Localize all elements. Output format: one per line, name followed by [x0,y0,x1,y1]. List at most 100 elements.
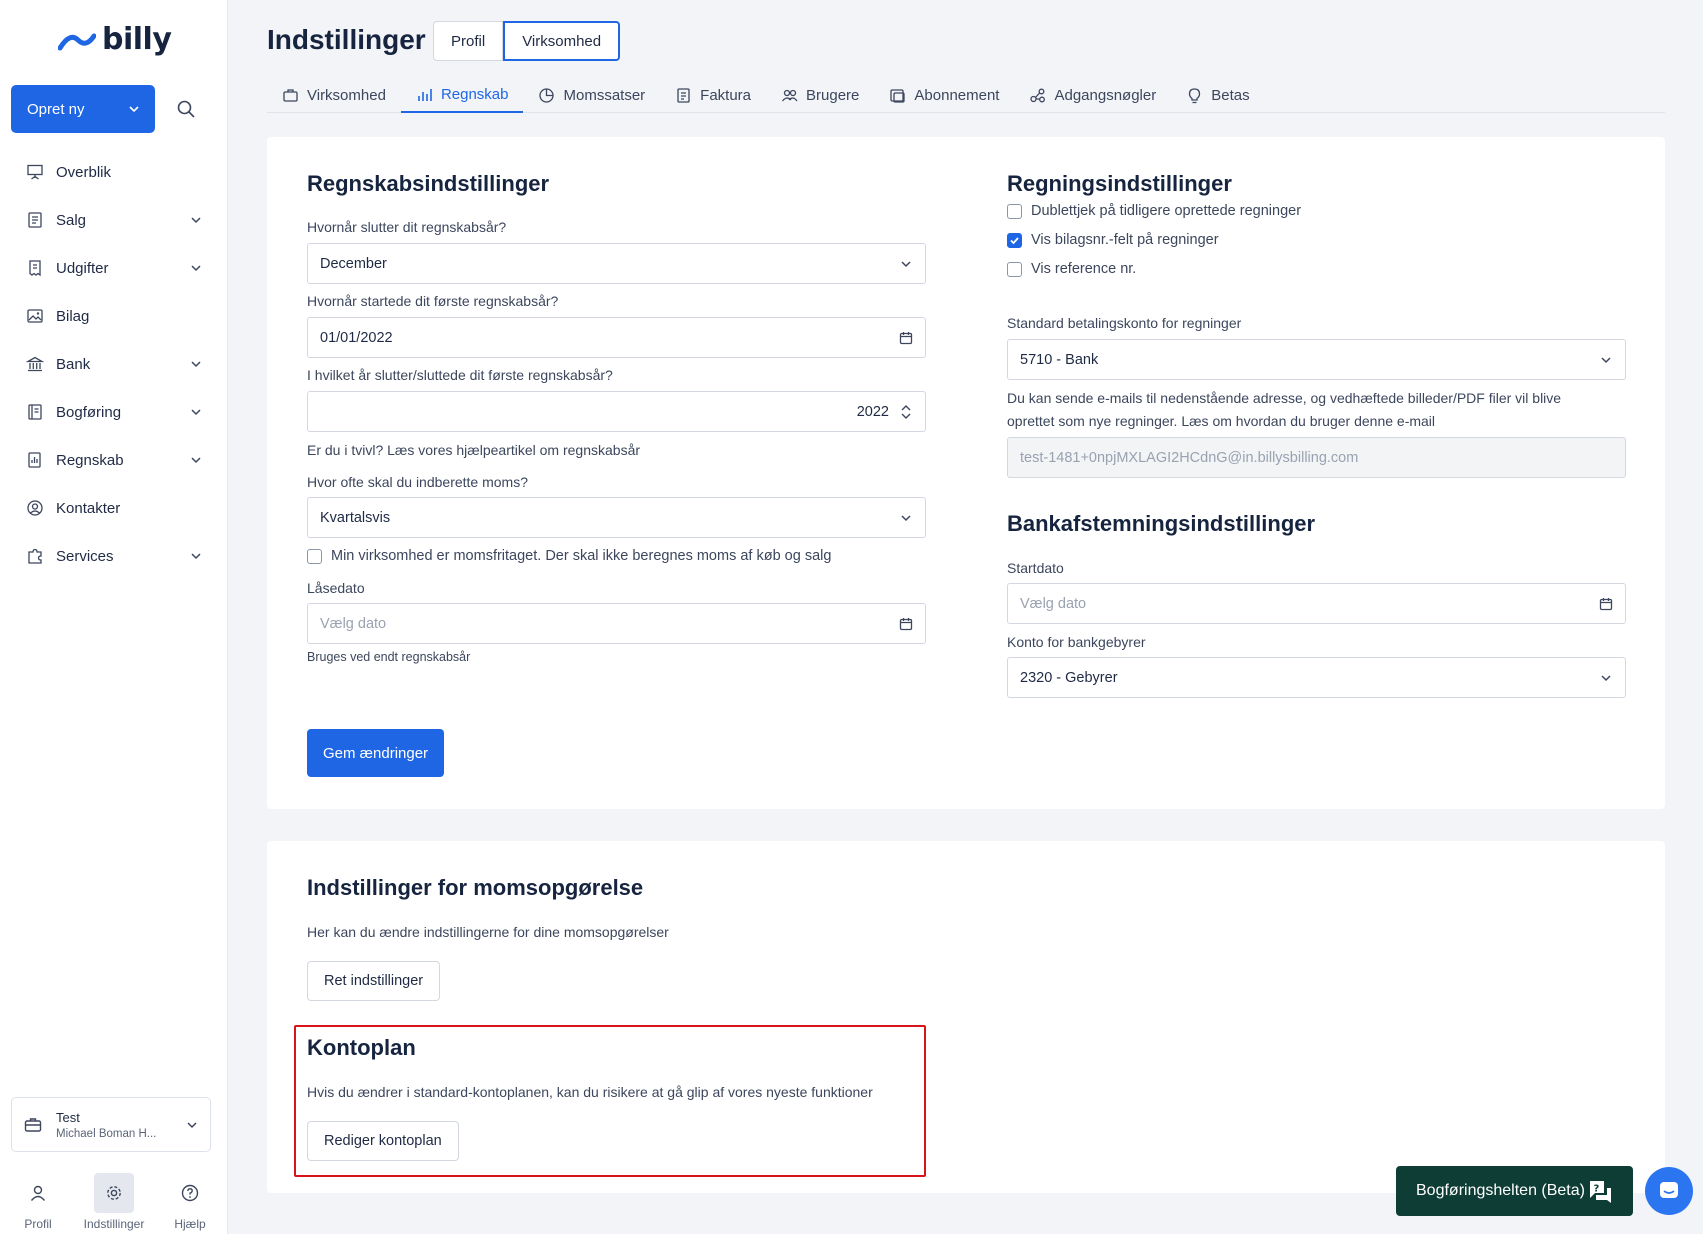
first-end-year-stepper[interactable]: 2022 [307,391,926,432]
bill-option-checkbox[interactable]: Vis reference nr. [1007,261,1136,277]
save-changes-button[interactable]: Gem ændringer [307,729,445,777]
email-info-line1: Du kan sende e-mails til nedenstående ad… [1007,390,1562,406]
sidebar-item-bank[interactable]: Bank [0,340,228,388]
chat-launcher-button[interactable] [1645,1167,1693,1215]
pay-account-select[interactable]: 5710 - Bank [1007,339,1626,380]
bill-option-label: Vis bilagsnr.-felt på regninger [1031,232,1219,248]
tab-abonnement[interactable]: Abonnement [874,78,1014,113]
sidebar-item-kontakter[interactable]: Kontakter [0,484,228,532]
edit-vat-settings-button[interactable]: Ret indstillinger [307,961,441,1001]
first-start-date-input[interactable]: 01/01/2022 [307,317,926,358]
sidebar-item-label: Bank [56,355,91,373]
chevron-down-icon [901,514,911,521]
create-new-button[interactable]: Opret ny [11,85,155,133]
inbox-email-value: test-1481+0npjMXLAGI2HCdnG@in.billysbill… [1020,449,1359,466]
sidebar-item-label: Bilag [56,307,90,325]
vat-report-desc: Her kan du ændre indstillingerne for din… [307,924,669,940]
lock-date-input[interactable]: Vælg dato [307,603,926,644]
presentation-icon [27,164,43,180]
tab-label: Betas [1211,87,1250,104]
create-new-label: Opret ny [27,100,85,118]
bank-start-date-input[interactable]: Vælg dato [1007,583,1626,624]
tab-virksomhed[interactable]: Virksomhed [267,78,401,113]
sidebar-item-bilag[interactable]: Bilag [0,292,228,340]
segment-profile[interactable]: Profil [433,21,504,61]
sidebar-item-label: Regnskab [56,451,124,469]
chevron-down-icon [191,361,201,368]
organization-switcher[interactable]: Test Michael Boman H... [11,1097,211,1152]
vat-frequency-select[interactable]: Kvartalsvis [307,497,926,538]
org-user: Michael Boman H... [56,1127,157,1140]
tab-label: Momssatser [563,87,646,104]
checkbox-box [1007,203,1022,219]
chat-question-icon: ? [1590,1181,1611,1203]
bottom-nav-help[interactable]: Hjælp [152,1165,228,1234]
sidebar-item-salg[interactable]: Salg [0,196,228,244]
bank-start-label: Startdato [1007,560,1064,576]
logo-mark-icon [58,33,96,50]
assistant-button[interactable]: Bogføringshelten (Beta) ? [1396,1166,1633,1216]
bill-option-label: Dublettjek på tidligere oprettede regnin… [1031,203,1302,219]
email-info-line2[interactable]: oprettet som nye regninger. Læs om hvord… [1007,413,1435,429]
vat-exempt-checkbox[interactable]: Min virksomhed er momsfritaget. Der skal… [307,548,831,564]
fiscal-help-link[interactable]: Er du i tvivl? Læs vores hjælpeartikel o… [307,442,640,458]
billy-logo[interactable]: billy [58,22,172,57]
tab-brugere[interactable]: Brugere [766,78,874,113]
bank-icon [26,356,44,372]
sidebar-item-bogforing[interactable]: Bogføring [0,388,228,436]
bottom-nav-profile[interactable]: Profil [0,1165,76,1234]
sidebar-item-regnskab[interactable]: Regnskab [0,436,228,484]
bank-fee-value: 2320 - Gebyrer [1020,669,1118,686]
tab-label: Regnskab [440,86,509,103]
fiscal-end-label: Hvornår slutter dit regnskabsår? [307,219,507,235]
inbox-email-field: test-1481+0npjMXLAGI2HCdnG@in.billysbill… [1007,437,1626,478]
invoice-icon [28,212,42,228]
lock-date-label: Låsedato [307,580,365,596]
image-icon [27,309,43,323]
tab-label: Virksomhed [307,87,386,104]
accounting-settings-title: Regnskabsindstillinger [307,171,550,196]
sidebar-item-udgifter[interactable]: Udgifter [0,244,228,292]
vat-report-title: Indstillinger for momsopgørelse [307,875,644,900]
bottom-nav-settings[interactable]: Indstillinger [76,1165,152,1234]
tab-betas[interactable]: Betas [1171,78,1264,113]
bill-option-checkbox[interactable]: Dublettjek på tidligere oprettede regnin… [1007,203,1301,219]
sidebar-item-overblik[interactable]: Overblik [0,148,228,196]
receipt-icon [29,260,41,277]
bottom-nav-settings-label: Indstillinger [83,1217,145,1231]
bank-settings-title: Bankafstemningsindstillinger [1007,511,1316,536]
settings-card: Regnskabsindstillinger Hvornår slutter d… [267,137,1665,809]
first-start-value: 01/01/2022 [320,329,393,346]
settings-scope-toggle: Profil Virksomhed [433,21,621,61]
bill-settings-title: Regningsindstillinger [1007,171,1232,196]
bottom-nav-help-label: Hjælp [174,1217,206,1231]
tab-faktura[interactable]: Faktura [660,78,766,113]
sidebar-nav: Overblik Salg Udgifter Bilag Bank Bogføring Re… [0,148,228,580]
bank-fee-select[interactable]: 2320 - Gebyrer [1007,657,1626,698]
search-icon[interactable] [176,99,196,119]
fiscal-end-select[interactable]: December [307,243,926,284]
lock-date-hint: Bruges ved endt regnskabsår [307,650,471,664]
sidebar-item-label: Salg [56,211,87,229]
first-end-value: 2022 [856,403,889,420]
users-icon [782,89,798,102]
sidebar-item-label: Kontakter [56,499,121,517]
chevron-down-icon [1601,356,1611,363]
tab-momssatser[interactable]: Momssatser [523,78,660,113]
copy-icon [890,89,906,103]
first-start-label: Hvornår startede dit første regnskabsår? [307,293,559,309]
org-name: Test [56,1109,80,1125]
chevron-down-icon [129,106,139,113]
key-share-icon [1030,88,1046,103]
svg-text:?: ? [1594,1184,1600,1195]
sidebar-item-label: Overblik [56,163,112,181]
tab-regnskab[interactable]: Regnskab [400,78,524,113]
segment-company[interactable]: Virksomhed [503,21,621,61]
page-title: Indstillinger [267,24,426,55]
chat-bubble-icon [1660,1182,1678,1198]
tab-adgangsnogler[interactable]: Adgangsnøgler [1014,78,1171,113]
tab-label: Adgangsnøgler [1054,87,1157,104]
bill-option-checkbox[interactable]: Vis bilagsnr.-felt på regninger [1007,232,1219,248]
sidebar-item-services[interactable]: Services [0,532,228,580]
tab-label: Faktura [700,87,752,104]
